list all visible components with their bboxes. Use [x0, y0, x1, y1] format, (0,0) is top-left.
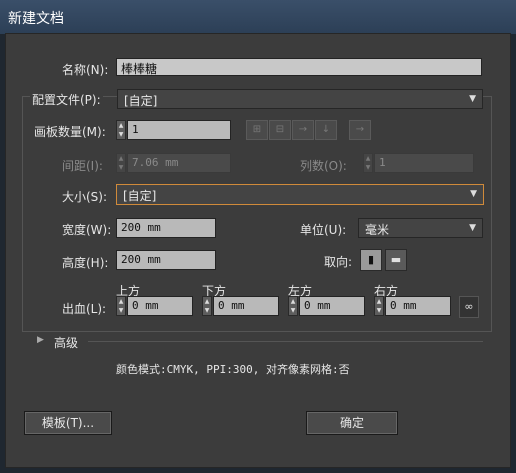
- chevron-down-icon: ▼: [469, 94, 476, 104]
- size-value: [自定]: [123, 189, 157, 203]
- size-label: 大小(S):: [62, 190, 108, 204]
- landscape-orientation-icon[interactable]: ▬: [385, 249, 407, 271]
- bleed-right-input[interactable]: 0 mm: [385, 296, 451, 316]
- bleed-top-stepper[interactable]: ▲ ▼: [116, 296, 126, 316]
- title-bar[interactable]: 新建文档: [0, 0, 516, 34]
- orientation-label: 取向:: [324, 255, 353, 269]
- profile-dropdown[interactable]: [自定] ▼: [117, 89, 483, 109]
- units-value: 毫米: [365, 223, 390, 237]
- bleed-bottom-stepper[interactable]: ▲ ▼: [202, 296, 212, 316]
- link-icon[interactable]: ∞: [459, 296, 479, 318]
- profile-value: [自定]: [124, 94, 158, 108]
- arrange-by-column-icon[interactable]: ↓: [315, 120, 337, 140]
- columns-input[interactable]: 1: [374, 153, 474, 173]
- units-dropdown[interactable]: 毫米 ▼: [358, 218, 483, 238]
- artboard-count-input[interactable]: 1: [127, 120, 231, 140]
- bleed-left-stepper[interactable]: ▲ ▼: [288, 296, 298, 316]
- height-label: 高度(H):: [62, 256, 109, 270]
- portrait-orientation-icon[interactable]: ▮: [360, 249, 382, 271]
- units-label: 单位(U):: [300, 223, 347, 237]
- chevron-down-icon: ▼: [470, 189, 477, 199]
- bleed-left-input[interactable]: 0 mm: [299, 296, 365, 316]
- bleed-right-stepper[interactable]: ▲ ▼: [374, 296, 384, 316]
- ok-button[interactable]: 确定: [306, 411, 398, 435]
- columns-stepper[interactable]: ▲ ▼: [363, 153, 373, 173]
- advanced-label[interactable]: 高级: [54, 334, 78, 351]
- spacing-input[interactable]: 7.06 mm: [127, 153, 231, 173]
- arrange-by-row-icon[interactable]: →: [292, 120, 314, 140]
- bleed-label: 出血(L):: [62, 302, 107, 316]
- height-input[interactable]: 200 mm: [116, 250, 216, 270]
- bleed-bottom-input[interactable]: 0 mm: [213, 296, 279, 316]
- advanced-divider: [88, 341, 483, 342]
- window-title: 新建文档: [8, 11, 64, 27]
- grid-by-column-icon[interactable]: ⊟: [269, 120, 291, 140]
- size-dropdown[interactable]: [自定] ▼: [116, 184, 484, 205]
- artboard-count-label: 画板数量(M):: [34, 125, 106, 139]
- chevron-down-icon: ▼: [469, 223, 476, 233]
- document-info-text: 颜色模式:CMYK, PPI:300, 对齐像素网格:否: [116, 363, 350, 376]
- columns-label: 列数(O):: [300, 159, 347, 173]
- profile-label: 配置文件(P):: [30, 91, 103, 108]
- disclosure-triangle-icon[interactable]: ▶: [37, 335, 44, 345]
- bleed-top-input[interactable]: 0 mm: [127, 296, 193, 316]
- right-to-left-icon[interactable]: →: [349, 120, 371, 140]
- spacing-stepper[interactable]: ▲ ▼: [116, 153, 126, 173]
- templates-button[interactable]: 模板(T)...: [24, 411, 112, 435]
- width-label: 宽度(W):: [62, 223, 112, 237]
- grid-by-row-icon[interactable]: ⊞: [246, 120, 268, 140]
- name-label: 名称(N):: [62, 63, 109, 77]
- name-input[interactable]: 棒棒糖: [116, 58, 482, 76]
- spacing-label: 间距(I):: [62, 159, 103, 173]
- artboard-count-stepper[interactable]: ▲ ▼: [116, 120, 126, 140]
- width-input[interactable]: 200 mm: [116, 218, 216, 238]
